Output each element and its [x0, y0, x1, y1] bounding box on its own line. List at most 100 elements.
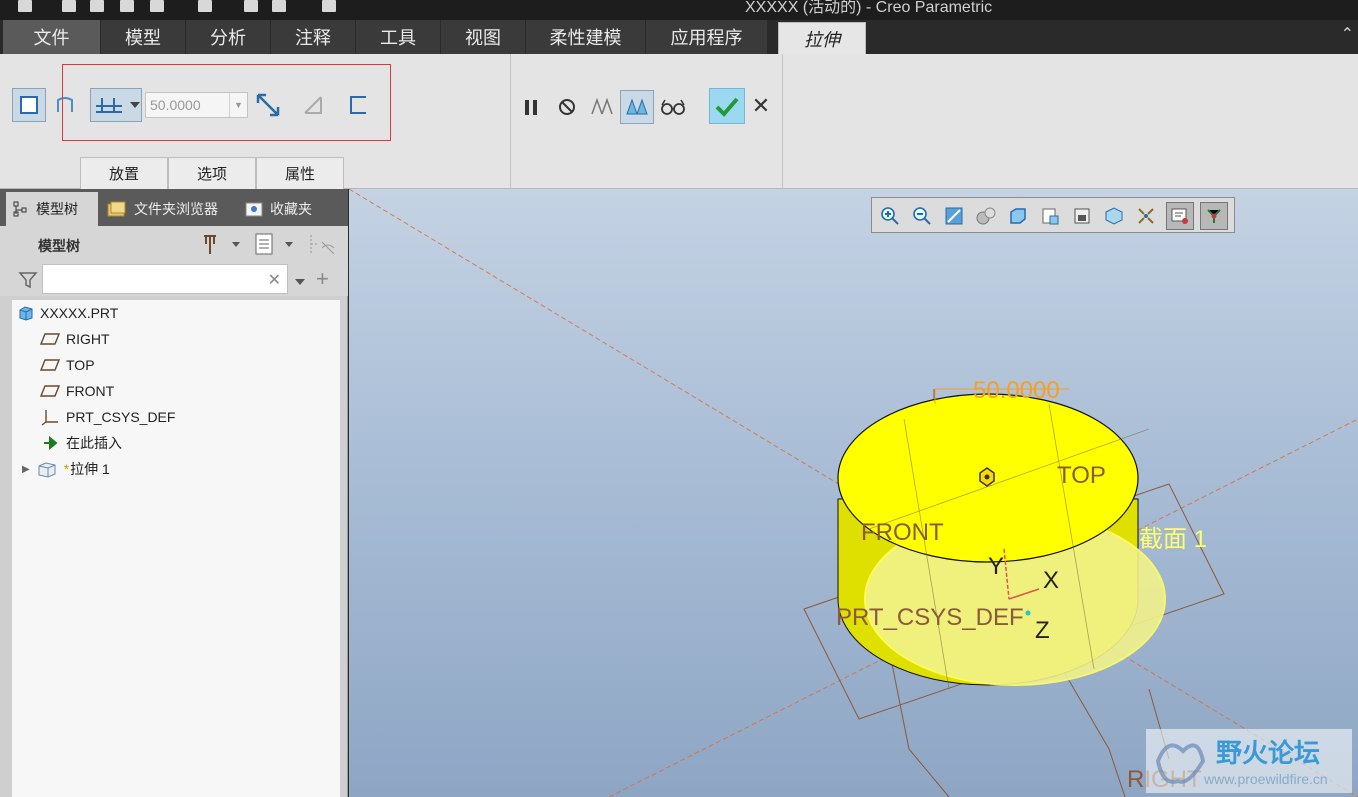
- tab-model[interactable]: 模型: [101, 20, 186, 54]
- watermark: 野火论坛 www.proewildfire.cn: [1146, 729, 1352, 793]
- clear-icon[interactable]: ✕: [268, 270, 281, 290]
- no-preview-icon[interactable]: [550, 90, 584, 124]
- tab-options[interactable]: 选项: [168, 157, 256, 189]
- csys-y-label: Y: [988, 553, 1005, 580]
- graphics-viewport[interactable]: 50.0000 TOP FRONT 截面 1 PRT_CSYS_DEF Y X …: [349, 189, 1358, 797]
- watermark-title: 野火论坛: [1216, 739, 1321, 769]
- redo-icon[interactable]: [198, 0, 212, 12]
- tree-item-label: RIGHT: [66, 331, 110, 347]
- modified-marker: *: [63, 461, 70, 477]
- windows-icon[interactable]: [272, 0, 286, 12]
- model-tree-icon: [13, 201, 27, 217]
- pause-icon[interactable]: [514, 90, 548, 124]
- title-bar: XXXXX (活动的) - Creo Parametric: [0, 0, 1358, 20]
- ok-button[interactable]: [709, 88, 745, 124]
- datum-plane-icon: [40, 385, 60, 397]
- thicken-sketch-icon[interactable]: [341, 88, 375, 122]
- depth-type-dropdown[interactable]: [90, 88, 142, 122]
- tab-applications[interactable]: 应用程序: [646, 20, 768, 54]
- navigator-panel: 模型树 文件夹浏览器 收藏夹 模型树 ✕ + XXXXX.PRT RIGHT T…: [0, 189, 348, 797]
- tree-item-top[interactable]: TOP: [40, 354, 95, 376]
- tree-item-csys[interactable]: PRT_CSYS_DEF: [40, 406, 175, 428]
- folder-icon: [107, 201, 126, 217]
- model-tree: XXXXX.PRT RIGHT TOP FRONT PRT_CSYS_DEF 在…: [12, 300, 340, 797]
- tab-model-tree[interactable]: 模型树: [6, 192, 98, 226]
- hide-show-icon[interactable]: [308, 232, 336, 261]
- cancel-button[interactable]: ✕: [750, 94, 772, 118]
- csys-origin: [1025, 610, 1031, 616]
- tree-item-label: XXXXX.PRT: [40, 305, 119, 321]
- insert-arrow-icon: [44, 436, 58, 450]
- top-plane-label: TOP: [1057, 462, 1106, 489]
- preview-separate-icon[interactable]: [585, 90, 619, 124]
- watermark-url: www.proewildfire.cn: [1204, 771, 1328, 787]
- depth-value-input[interactable]: 50.0000 ▼: [145, 92, 248, 118]
- menu-bar: 文件 模型 分析 注释 工具 视图 柔性建模 应用程序 拉伸 ⌃: [0, 20, 1358, 54]
- extrude-icon: [38, 462, 56, 478]
- save-icon[interactable]: [120, 0, 134, 12]
- tab-view[interactable]: 视图: [441, 20, 526, 54]
- open-file-icon[interactable]: [90, 0, 104, 12]
- app-logo-icon[interactable]: [18, 0, 32, 12]
- tree-header: 模型树: [0, 226, 348, 262]
- tab-model-tree-label: 模型树: [36, 202, 78, 218]
- regenerate-icon[interactable]: [244, 0, 258, 12]
- tree-item-label: PRT_CSYS_DEF: [66, 409, 176, 425]
- tree-item-right[interactable]: RIGHT: [40, 328, 110, 350]
- part-icon: [19, 306, 33, 321]
- filter-row: ✕ +: [0, 262, 348, 296]
- filter-icon[interactable]: [18, 270, 38, 295]
- csys-x-label: X: [1043, 567, 1060, 594]
- expand-triangle-icon[interactable]: ▶: [22, 464, 30, 475]
- tab-folder-browser-label: 文件夹浏览器: [134, 202, 218, 218]
- drag-handle-center: [984, 474, 990, 480]
- tree-item-extrude[interactable]: ▶ * 拉伸 1: [22, 458, 110, 480]
- tree-item-label: 在此插入: [66, 435, 122, 451]
- favorites-icon: [245, 202, 263, 217]
- depth-dimension-label[interactable]: 50.0000: [973, 377, 1060, 405]
- tree-item-label: FRONT: [66, 383, 115, 399]
- chevron-down-icon[interactable]: [294, 274, 306, 292]
- tab-file[interactable]: 文件: [3, 20, 101, 54]
- tab-favorites-label: 收藏夹: [270, 202, 312, 218]
- tab-analysis[interactable]: 分析: [186, 20, 271, 54]
- tree-item-insert-here[interactable]: 在此插入: [42, 432, 122, 454]
- search-input[interactable]: ✕: [42, 264, 288, 294]
- tree-item-label: 拉伸 1: [70, 461, 110, 477]
- close-window-icon[interactable]: [322, 0, 336, 12]
- tab-placement[interactable]: 放置: [80, 157, 168, 189]
- tab-tools[interactable]: 工具: [356, 20, 441, 54]
- solid-extrude-icon[interactable]: [12, 88, 46, 122]
- tree-item-front[interactable]: FRONT: [40, 380, 114, 402]
- front-plane-label: FRONT: [861, 519, 944, 546]
- datum-plane-icon: [40, 359, 60, 371]
- tab-favorites[interactable]: 收藏夹: [238, 192, 330, 226]
- verify-glasses-icon[interactable]: [656, 90, 690, 124]
- ribbon-separator: [510, 54, 511, 189]
- checkmark-icon: [715, 97, 739, 117]
- show-columns-icon[interactable]: [253, 232, 297, 261]
- flip-direction-icon[interactable]: [251, 88, 285, 122]
- section-label: 截面 1: [1139, 526, 1208, 553]
- tree-item-label: TOP: [66, 357, 95, 373]
- undo-icon[interactable]: [150, 0, 164, 12]
- window-title: XXXXX (活动的) - Creo Parametric: [745, 0, 993, 16]
- remove-material-icon[interactable]: [296, 88, 330, 122]
- collapse-ribbon-icon[interactable]: ⌃: [1341, 24, 1354, 44]
- csys-label: PRT_CSYS_DEF: [836, 604, 1024, 631]
- tab-extrude[interactable]: 拉伸: [778, 22, 866, 54]
- tab-annotate[interactable]: 注释: [271, 20, 356, 54]
- tab-properties[interactable]: 属性: [256, 157, 344, 189]
- tree-title: 模型树: [38, 239, 80, 255]
- preview-geometry-icon[interactable]: [620, 90, 654, 124]
- tree-item-part[interactable]: XXXXX.PRT: [18, 302, 118, 324]
- tab-folder-browser[interactable]: 文件夹浏览器: [100, 192, 234, 226]
- watermark-logo-icon: [1155, 743, 1206, 784]
- tree-settings-icon[interactable]: [200, 232, 240, 261]
- add-filter-icon[interactable]: +: [316, 266, 329, 292]
- new-file-icon[interactable]: [62, 0, 76, 12]
- depth-value-text: 50.0000: [150, 97, 201, 113]
- chevron-down-icon[interactable]: ▼: [229, 93, 247, 117]
- datum-plane-icon: [40, 333, 60, 345]
- tab-flexible-modeling[interactable]: 柔性建模: [526, 20, 646, 54]
